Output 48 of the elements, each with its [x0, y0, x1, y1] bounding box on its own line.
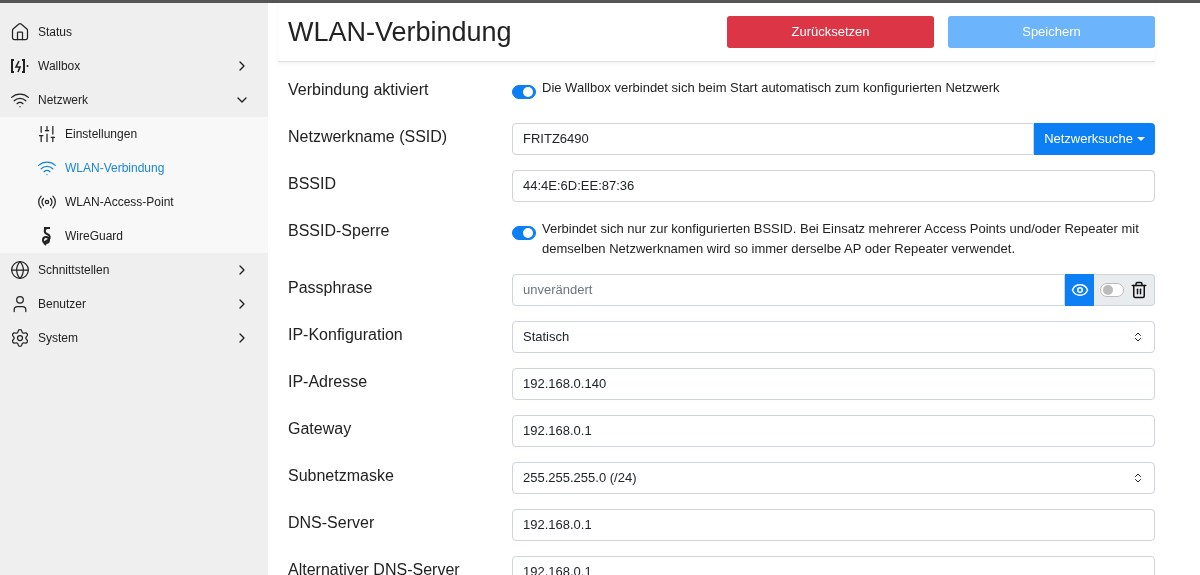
toggle-switch[interactable]: [512, 85, 536, 99]
sidebar-item[interactable]: Status: [0, 15, 268, 49]
field-label: Gateway: [288, 419, 353, 439]
sidebar-subitem[interactable]: WireGuard: [0, 219, 268, 253]
page-title: WLAN-Verbindung: [288, 15, 513, 49]
text-field[interactable]: 192.168.0.140: [512, 368, 1155, 400]
sort-icon: [1132, 331, 1144, 343]
sort-icon: [1132, 472, 1144, 484]
field-label: IP-Konfiguration: [288, 325, 404, 345]
select-field[interactable]: Statisch: [512, 321, 1155, 353]
sidebar-subitem[interactable]: WLAN-Access-Point: [0, 185, 268, 219]
toggle-description: Verbindet sich nur zur konfigurierten BSSID. Bei Einsatz mehrerer Access Points und/oder Repeater mit demselben Netzwerknamen wird so immer derselbe AP oder Repeater verwendet.: [542, 220, 1140, 258]
sidebar-subitem[interactable]: Einstellungen: [0, 117, 268, 151]
field-label: BSSID: [288, 174, 337, 194]
sidebar-icon: [10, 328, 30, 348]
select-field[interactable]: 255.255.255.0 (/24): [512, 462, 1155, 494]
field-label: Verbindung aktiviert: [288, 80, 430, 100]
field-label: DNS-Server: [288, 513, 376, 533]
text-field[interactable]: 192.168.0.1: [512, 415, 1155, 447]
field-label: BSSID-Sperre: [288, 221, 391, 241]
sidebar-subitem[interactable]: WLAN-Verbindung: [0, 151, 268, 185]
text-field[interactable]: FRITZ6490: [512, 123, 1035, 155]
eye-icon: [1070, 281, 1089, 299]
sidebar-item[interactable]: Benutzer: [0, 287, 268, 321]
field-label: Netzwerkname (SSID): [288, 127, 449, 147]
sidebar-icon: [37, 124, 57, 144]
toggle-switch[interactable]: [512, 226, 536, 240]
sidebar-icon: [10, 260, 30, 280]
sidebar-icon: [10, 56, 30, 76]
field-label: IP-Adresse: [288, 372, 369, 392]
sidebar-item[interactable]: System: [0, 321, 268, 355]
text-field[interactable]: 44:4E:6D:EE:87:36: [512, 170, 1155, 202]
reset-button[interactable]: Zurücksetzen: [727, 16, 934, 48]
sidebar-item[interactable]: Netzwerk: [0, 83, 268, 117]
field-label: Subnetzmaske: [288, 466, 395, 486]
trash-icon: [1130, 281, 1148, 299]
caret-icon: [1137, 137, 1145, 141]
toggle-switch[interactable]: [1100, 283, 1124, 297]
field-label: Passphrase: [288, 278, 374, 298]
field-label: Alternativer DNS-Server: [288, 560, 461, 575]
password-field[interactable]: unverändert: [512, 274, 1065, 306]
sidebar-icon: [10, 22, 30, 42]
show-password-button[interactable]: [1065, 274, 1094, 306]
toggle-description: Die Wallbox verbindet sich beim Start automatisch zum konfigurierten Netzwerk: [542, 79, 1000, 97]
sidebar-item[interactable]: Schnittstellen: [0, 253, 268, 287]
sidebar-item[interactable]: Wallbox: [0, 49, 268, 83]
text-field[interactable]: 192.168.0.1: [512, 509, 1155, 541]
network-search-button[interactable]: Netzwerksuche: [1034, 123, 1155, 155]
